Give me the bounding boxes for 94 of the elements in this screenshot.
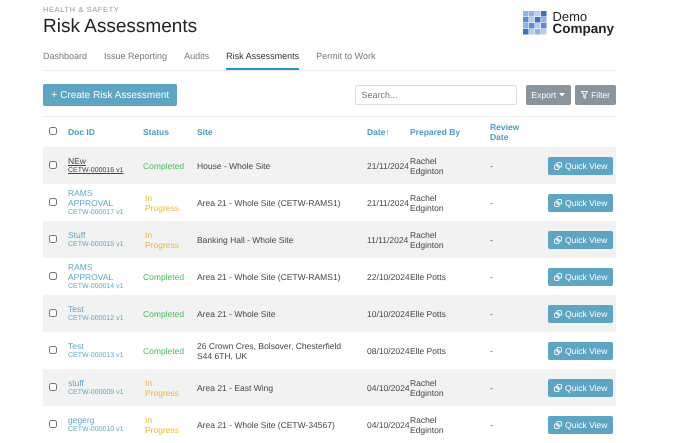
quick-view-button[interactable]: Quick View [548, 268, 614, 286]
site-text: Banking Hall - Whole Site [197, 234, 294, 244]
preparer-name: Rachel Edginton [410, 230, 445, 250]
date-text: 04/10/2024 [367, 420, 410, 430]
review-date-text: - [490, 198, 493, 208]
date-text: 11/11/2024 [367, 234, 408, 244]
status-text: Completed [143, 160, 186, 170]
nav-tab[interactable]: Risk Assessments [226, 48, 300, 70]
link-icon [554, 272, 562, 280]
link-icon [554, 384, 562, 392]
date-text: 08/10/2024 [367, 346, 410, 356]
preparer-name: Elle Potts [410, 308, 446, 318]
quick-view-button[interactable]: Quick View [548, 342, 614, 360]
column-header[interactable]: Status [143, 127, 189, 137]
link-icon [554, 198, 562, 206]
logo-icon [523, 10, 548, 34]
nav-tab[interactable]: Issue Reporting [104, 48, 168, 70]
row-checkbox[interactable] [49, 346, 57, 354]
logo-text: Demo [552, 10, 588, 22]
review-date-text: - [490, 308, 493, 318]
page-title: Risk Assessments [43, 16, 198, 38]
link-icon [554, 420, 562, 428]
status-text: In Progress [144, 192, 179, 212]
status-text: Completed [143, 346, 186, 356]
quick-view-button[interactable]: Quick View [548, 230, 614, 248]
column-header[interactable]: Date↑ [367, 127, 402, 137]
document-link[interactable]: Test [68, 340, 135, 350]
search-field[interactable]: Search... [354, 85, 517, 105]
document-link[interactable]: NEw [68, 156, 135, 166]
document-link[interactable]: stuff [68, 378, 135, 388]
row-checkbox[interactable] [49, 272, 57, 280]
review-date-text: - [490, 346, 493, 356]
row-checkbox[interactable] [49, 234, 57, 242]
document-link[interactable]: RAMS APPROVAL [68, 262, 135, 282]
site-text: 26 Crown Cres, Bolsover, Chesterfield S44 6TH, UK [197, 340, 342, 360]
status-text: In Progress [144, 414, 179, 434]
select-all-checkbox[interactable] [49, 127, 57, 135]
date-text: 21/11/2024 [367, 198, 409, 208]
site-text: Area 21 - East Wing [197, 382, 274, 392]
site-text: House - Whole Site [197, 160, 270, 170]
site-text: Area 21 - Whole Site (CETW-34567) [197, 420, 335, 430]
quick-view-button[interactable]: Quick View [548, 194, 614, 212]
filter-button[interactable]: Filter [575, 85, 616, 105]
row-checkbox[interactable] [49, 308, 57, 316]
site-text: Area 21 - Whole Site (CETW-RAMS1) [197, 272, 340, 282]
quick-view-button[interactable]: Quick View [548, 416, 614, 434]
column-header[interactable]: Review Date [490, 122, 520, 142]
date-text: 04/10/2024 [367, 382, 410, 392]
review-date-text: - [490, 160, 493, 170]
document-link[interactable]: Stuff [68, 230, 135, 240]
column-header[interactable]: Doc ID [68, 127, 135, 137]
nav-tab[interactable]: Permit to Work [316, 48, 376, 70]
site-text: Area 21 - Whole Site (CETW-RAMS1) [197, 198, 340, 208]
date-text: 10/10/2024 [367, 308, 410, 318]
column-header[interactable]: Prepared By [410, 127, 482, 137]
logo-text: Company [552, 22, 614, 34]
status-text: In Progress [144, 230, 179, 250]
preparer-name: Rachel Edginton [410, 378, 445, 398]
caret-icon [559, 93, 566, 97]
create-button[interactable]: + Create Risk Assessment [43, 84, 178, 106]
preparer-name: Rachel Edginton [410, 156, 445, 176]
row-checkbox[interactable] [49, 420, 57, 428]
date-text: 21/11/2024 [367, 160, 409, 170]
quick-view-button[interactable]: Quick View [548, 156, 614, 174]
review-date-text: - [490, 272, 493, 282]
funnel-icon [581, 91, 588, 99]
preparer-name: Rachel Edginton [410, 414, 445, 434]
link-icon [554, 162, 562, 170]
quick-view-button[interactable]: Quick View [548, 378, 614, 396]
status-text: In Progress [144, 378, 179, 398]
row-checkbox[interactable] [49, 160, 57, 168]
preparer-name: Elle Potts [410, 272, 446, 282]
link-icon [554, 236, 562, 244]
site-text: Area 21 - Whole Site [197, 308, 276, 318]
row-checkbox[interactable] [49, 198, 57, 206]
quick-view-button[interactable]: Quick View [548, 304, 614, 322]
review-date-text: - [490, 420, 493, 430]
preparer-name: Elle Potts [410, 346, 446, 356]
nav-tab[interactable]: Audits [184, 48, 210, 70]
export-button[interactable]: Export [526, 85, 572, 105]
review-date-text: - [490, 382, 493, 392]
column-header[interactable]: Site [197, 127, 359, 137]
status-text: Completed [143, 272, 186, 282]
row-checkbox[interactable] [49, 382, 57, 390]
nav-tab[interactable]: Dashboard [43, 48, 88, 70]
document-link[interactable]: Test [68, 304, 135, 314]
status-text: Completed [143, 308, 186, 318]
document-link[interactable]: gegerg [68, 414, 135, 424]
link-icon [554, 310, 562, 318]
document-link[interactable]: RAMS APPROVAL [68, 188, 135, 208]
preparer-name: Rachel Edginton [410, 192, 445, 212]
date-text: 22/10/2024 [367, 272, 410, 282]
review-date-text: - [490, 234, 493, 244]
link-icon [554, 346, 562, 354]
